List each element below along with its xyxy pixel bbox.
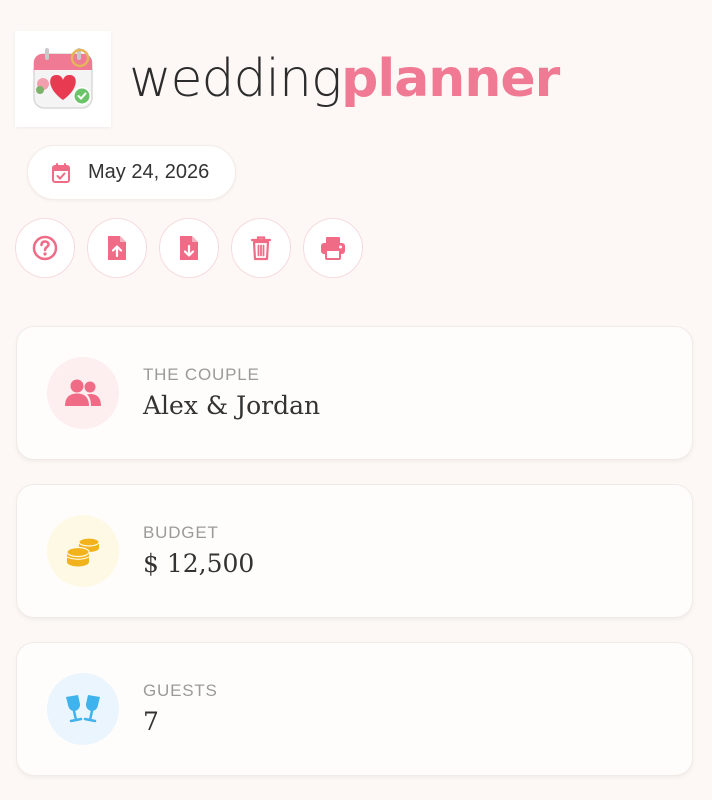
budget-label: BUDGET: [143, 523, 219, 542]
trash-icon: [250, 236, 272, 261]
print-button[interactable]: [303, 218, 363, 278]
calendar-check-icon: [52, 162, 70, 183]
budget-card[interactable]: BUDGET $ 12,500: [16, 484, 693, 618]
couple-value: Alex & Jordan: [143, 391, 321, 420]
budget-value: $ 12,500: [143, 549, 255, 578]
guests-label: GUESTS: [143, 681, 218, 700]
wedding-date-value: May 24, 2026: [88, 161, 210, 183]
calendar-heart-icon: [33, 48, 93, 109]
upload-button[interactable]: [87, 218, 147, 278]
app-title: weddingplanner: [129, 53, 560, 105]
coins-icon: [66, 537, 100, 567]
couple-card[interactable]: THE COUPLE Alex & Jordan: [16, 326, 693, 460]
file-upload-icon: [108, 236, 126, 260]
champagne-glasses-icon: [66, 695, 100, 723]
couple-icon-circle: [47, 357, 119, 429]
budget-icon-circle: [47, 515, 119, 587]
help-button[interactable]: [15, 218, 75, 278]
app-title-part2: planner: [341, 49, 560, 109]
app-title-part1: wedding: [129, 49, 342, 109]
file-download-icon: [180, 236, 198, 260]
guests-card[interactable]: GUESTS 7: [16, 642, 693, 776]
couple-label: THE COUPLE: [143, 365, 260, 384]
guests-value: 7: [143, 707, 159, 736]
wedding-date-picker[interactable]: May 24, 2026: [27, 145, 236, 200]
printer-icon: [321, 237, 345, 260]
question-circle-icon: [32, 235, 58, 261]
delete-button[interactable]: [231, 218, 291, 278]
users-icon: [65, 379, 101, 406]
toolbar: [15, 218, 363, 278]
app-header: weddingplanner: [15, 31, 560, 127]
guests-icon-circle: [47, 673, 119, 745]
app-logo: [15, 31, 111, 127]
download-button[interactable]: [159, 218, 219, 278]
